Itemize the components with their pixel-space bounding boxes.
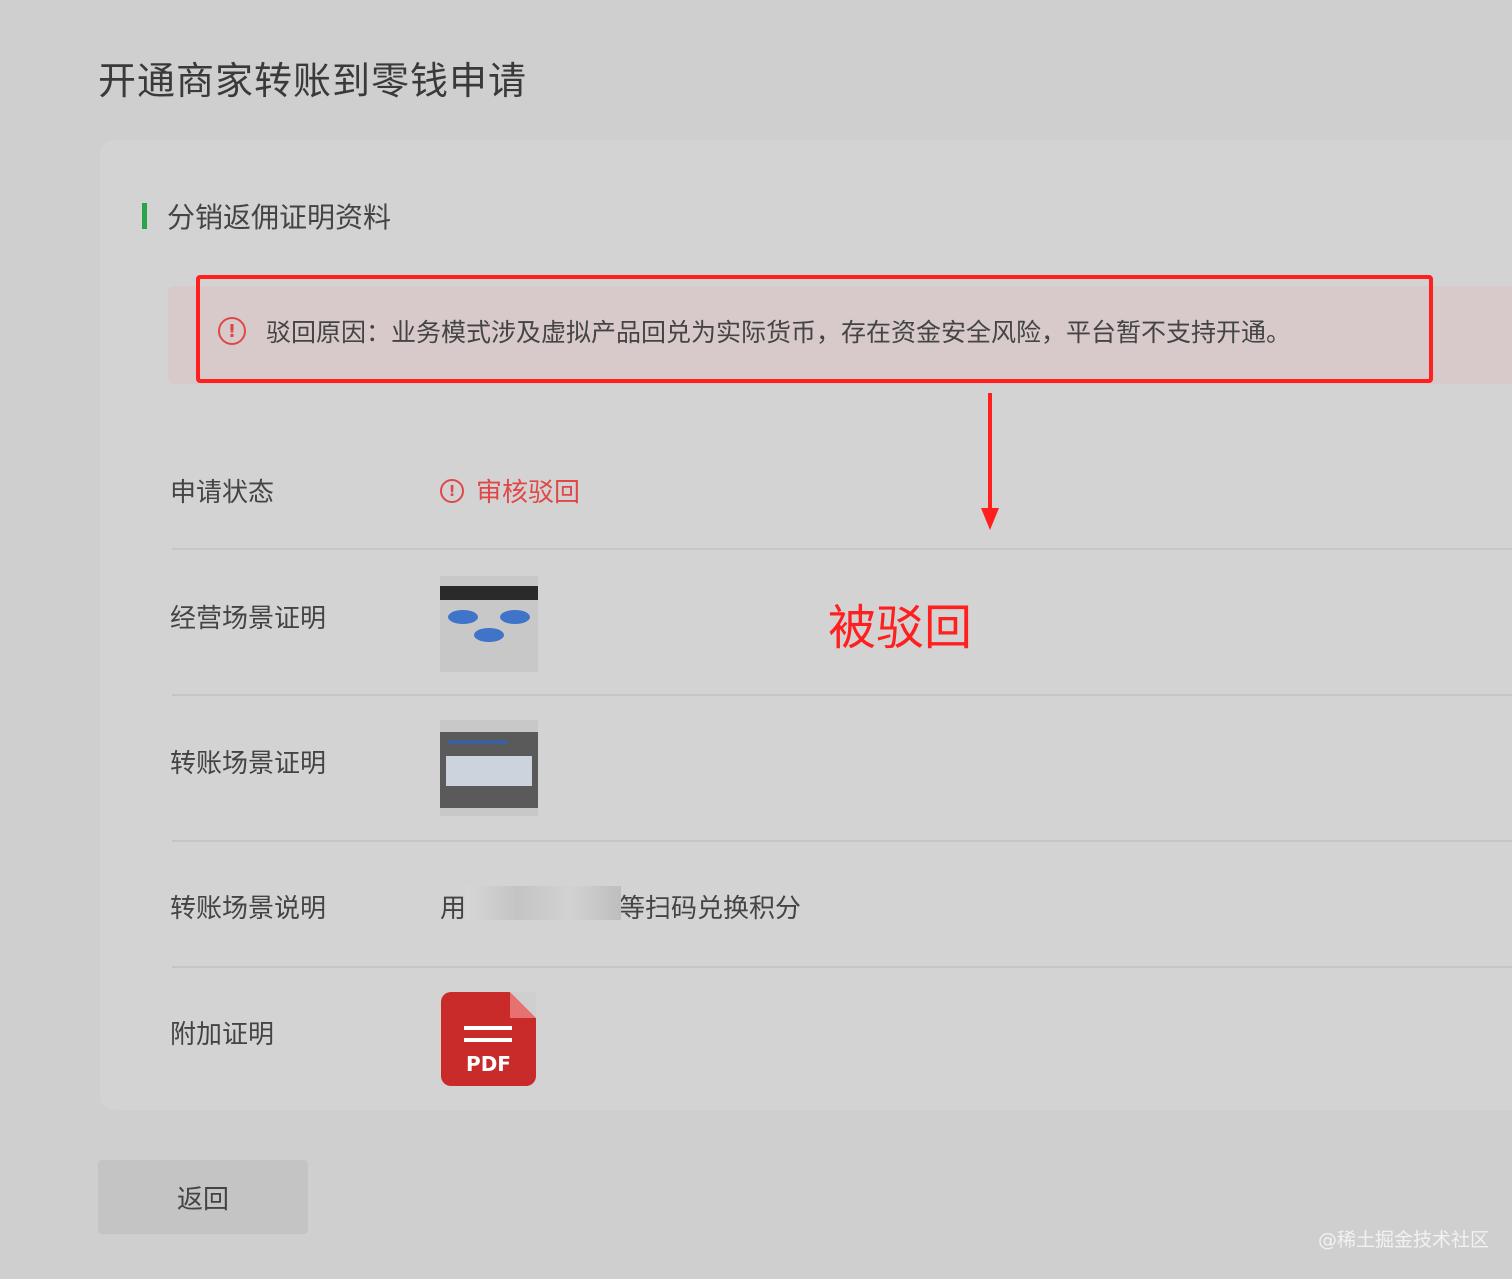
thumbnail-header xyxy=(440,586,538,600)
pdf-line xyxy=(464,1026,512,1030)
status-text: 审核驳回 xyxy=(476,478,581,508)
redacted-text xyxy=(466,886,621,920)
pdf-fold xyxy=(510,992,536,1018)
section-title-text: 分销返佣证明资料 xyxy=(167,201,392,234)
thumbnail-screen xyxy=(446,756,532,786)
section-accent-bar xyxy=(142,203,147,229)
transfer-desc-start: 用 xyxy=(440,894,467,924)
thumbnail-dot xyxy=(448,610,478,624)
warning-icon: ! xyxy=(440,478,464,503)
pdf-label: PDF xyxy=(466,1052,511,1076)
annotation-arrow-head-icon xyxy=(981,508,999,530)
transfer-desc-end: 等扫码兑换积分 xyxy=(619,894,802,924)
divider xyxy=(172,694,1512,696)
divider xyxy=(172,548,1512,550)
transfer-proof-thumbnail[interactable] xyxy=(440,720,538,816)
page-title: 开通商家转账到零钱申请 xyxy=(98,59,528,103)
divider xyxy=(172,840,1512,842)
row-label-transfer-proof: 转账场景证明 xyxy=(170,749,327,779)
row-label-extra-proof: 附加证明 xyxy=(170,1020,275,1050)
pdf-line xyxy=(464,1038,512,1042)
thumbnail-line xyxy=(448,740,508,744)
thumbnail-dot xyxy=(500,610,530,624)
status-badge: ! 审核驳回 xyxy=(440,472,580,509)
back-button[interactable]: 返回 xyxy=(98,1160,308,1234)
watermark: @稀土掘金技术社区 xyxy=(1318,1229,1490,1251)
highlight-box xyxy=(196,275,1433,383)
row-label-business-proof: 经营场景证明 xyxy=(170,604,327,634)
pdf-file-icon[interactable]: PDF xyxy=(441,992,536,1086)
annotation-arrow-line xyxy=(988,393,992,513)
rejected-annotation: 被驳回 xyxy=(828,600,973,656)
thumbnail-dot xyxy=(474,628,504,642)
section-title: 分销返佣证明资料 xyxy=(142,196,391,236)
divider xyxy=(172,966,1512,968)
business-proof-thumbnail[interactable] xyxy=(440,576,538,672)
row-label-status: 申请状态 xyxy=(170,478,275,508)
row-label-transfer-desc: 转账场景说明 xyxy=(170,894,327,924)
